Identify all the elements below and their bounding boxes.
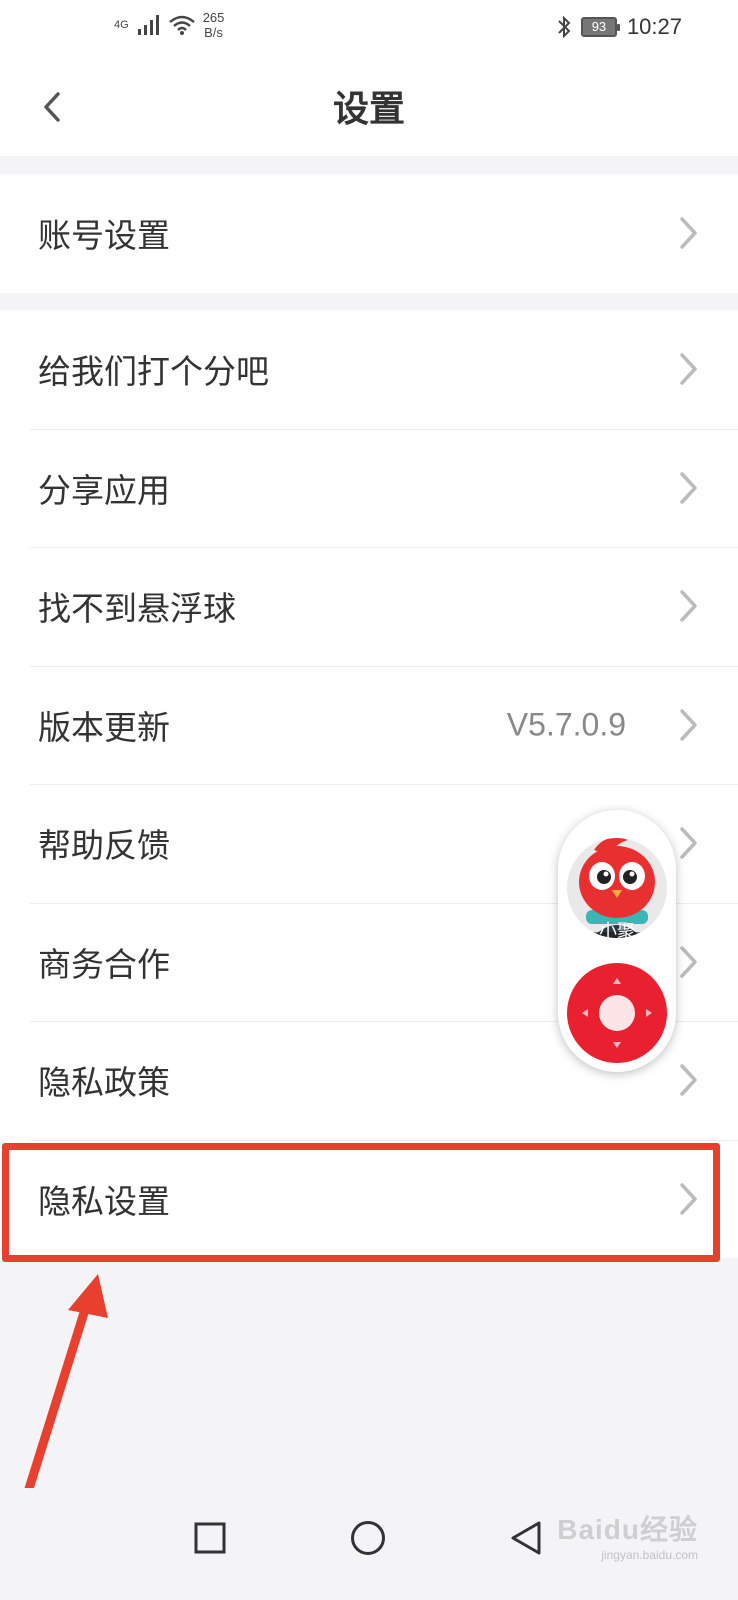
settings-item-label: 版本更新	[38, 707, 170, 747]
network-type: 4G	[114, 18, 129, 31]
settings-item-account[interactable]: 账号设置	[0, 174, 738, 293]
settings-item-version-update[interactable]: 版本更新 V5.7.0.9	[0, 665, 738, 784]
settings-item-rate-us[interactable]: 给我们打个分吧	[0, 310, 738, 429]
triangle-back-icon	[511, 1521, 541, 1555]
status-right: 93 10:27	[557, 14, 682, 40]
header: 设置	[0, 58, 738, 156]
chevron-right-icon	[680, 709, 697, 741]
version-value: V5.7.0.9	[506, 706, 626, 743]
watermark: Baidu经验	[557, 1514, 698, 1545]
chevron-right-icon	[680, 1183, 697, 1215]
status-bar: 4G 265 B/s 93 10:27	[0, 0, 738, 58]
network-speed-unit: B/s	[204, 25, 223, 40]
square-icon	[194, 1522, 226, 1554]
home-button[interactable]	[338, 1508, 398, 1568]
chevron-right-icon	[680, 217, 697, 249]
chevron-right-icon	[680, 353, 697, 385]
signal-icon	[137, 15, 159, 35]
network-speed-value: 265	[202, 10, 225, 25]
settings-group-general: 给我们打个分吧 分享应用 找不到悬浮球 版本更新 V5.7.0.9 帮助反馈 商…	[0, 310, 738, 1258]
settings-item-label: 隐私政策	[38, 1063, 170, 1103]
watermark-url: jingyan.baidu.com	[601, 1548, 698, 1562]
clock: 10:27	[626, 14, 682, 39]
settings-item-label: 帮助反馈	[38, 826, 170, 866]
settings-item-privacy-settings[interactable]: 隐私设置	[0, 1139, 738, 1258]
chevron-right-icon	[680, 472, 697, 504]
system-nav-bar: Baidu经验 jingyan.baidu.com	[0, 1488, 738, 1600]
settings-item-floating-ball[interactable]: 找不到悬浮球	[0, 547, 738, 666]
settings-item-label: 账号设置	[38, 216, 170, 256]
bluetooth-icon	[558, 15, 571, 39]
chevron-right-icon	[680, 827, 697, 859]
status-left: 4G 265 B/s	[114, 10, 224, 40]
back-nav-button[interactable]	[496, 1508, 556, 1568]
mascot-label: 小聚	[599, 921, 635, 942]
circle-icon	[351, 1521, 385, 1555]
chevron-right-icon	[680, 590, 697, 622]
settings-item-label: 商务合作	[38, 944, 170, 984]
settings-item-label: 找不到悬浮球	[38, 589, 236, 629]
settings-item-share-app[interactable]: 分享应用	[0, 428, 738, 547]
page-title: 设置	[332, 89, 405, 130]
settings-group-account: 账号设置	[0, 174, 738, 293]
floating-widget[interactable]: 小聚	[558, 810, 676, 1072]
settings-item-label: 给我们打个分吧	[38, 352, 269, 392]
annotation-arrow-icon	[23, 1274, 108, 1497]
network-speed: 265 B/s	[203, 10, 225, 40]
settings-item-label: 隐私设置	[38, 1181, 170, 1221]
chevron-right-icon	[680, 1064, 697, 1096]
battery-indicator: 93	[580, 17, 620, 37]
recent-apps-button[interactable]	[180, 1508, 240, 1568]
joystick-control-icon[interactable]	[566, 962, 668, 1064]
settings-item-label: 分享应用	[38, 470, 170, 510]
chevron-right-icon	[680, 946, 697, 978]
wifi-icon	[168, 15, 195, 35]
